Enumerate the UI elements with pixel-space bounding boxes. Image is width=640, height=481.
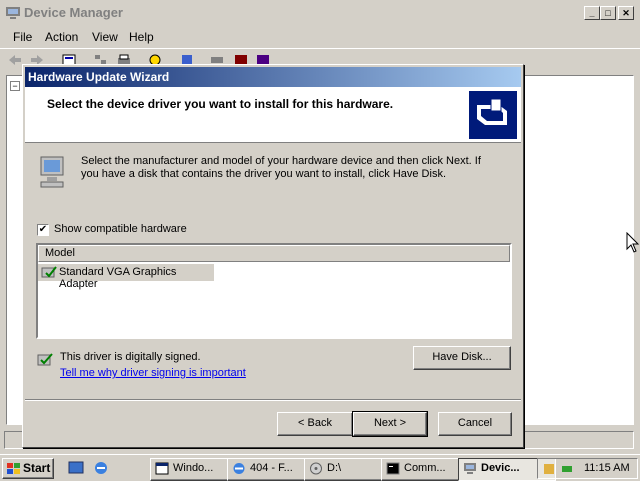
wizard-header: Select the device driver you want to ins… xyxy=(25,87,521,143)
divider xyxy=(25,399,521,401)
status-panel xyxy=(524,431,634,449)
driver-signing-link[interactable]: Tell me why driver signing is important xyxy=(60,367,246,379)
maximize-button[interactable]: □ xyxy=(600,6,616,20)
have-disk-button[interactable]: Have Disk... xyxy=(413,346,511,370)
command-prompt-icon xyxy=(386,462,400,475)
taskbar: Start Windo... 404 - F... D:\ Comm... De… xyxy=(0,454,640,481)
windows-logo-icon xyxy=(7,463,20,474)
taskbar-item-label: Windo... xyxy=(173,462,214,474)
minimize-button[interactable]: _ xyxy=(584,6,600,20)
instructions-text: Select the manufacturer and model of you… xyxy=(81,155,481,180)
menu-view[interactable]: View xyxy=(92,30,118,44)
window-icon xyxy=(155,462,169,475)
taskbar-item-label: Devic... xyxy=(481,462,520,474)
computer-icon xyxy=(6,7,20,19)
menu-help[interactable]: Help xyxy=(129,30,154,44)
signed-driver-icon xyxy=(37,353,53,366)
network-icon[interactable] xyxy=(542,462,556,476)
system-tray: 11:15 AM xyxy=(537,458,638,479)
signed-status-text: This driver is digitally signed. xyxy=(60,351,201,363)
wizard-titlebar[interactable]: Hardware Update Wizard xyxy=(25,67,521,87)
close-button[interactable]: ✕ xyxy=(618,6,634,20)
wizard-heading: Select the device driver you want to ins… xyxy=(47,97,394,111)
back-arrow-icon[interactable] xyxy=(8,54,22,66)
signed-driver-icon xyxy=(41,266,57,278)
model-header-label: Model xyxy=(45,247,75,259)
show-desktop-icon[interactable] xyxy=(68,461,84,475)
computer-icon xyxy=(464,463,476,474)
window-title: Device Manager xyxy=(24,5,123,20)
menu-bar: File Action View Help xyxy=(0,27,640,47)
taskbar-item-label: 404 - F... xyxy=(250,462,293,474)
cancel-button[interactable]: Cancel xyxy=(438,412,512,436)
mouse-pointer-icon xyxy=(626,232,640,253)
start-label: Start xyxy=(23,461,51,475)
cd-drive-icon xyxy=(310,462,322,475)
hardware-card-icon xyxy=(469,91,517,139)
menu-action[interactable]: Action xyxy=(45,30,78,44)
back-button[interactable]: < Back xyxy=(277,412,353,436)
internet-explorer-icon[interactable] xyxy=(93,461,109,475)
hardware-update-wizard: Hardware Update Wizard Select the device… xyxy=(22,64,524,448)
start-button[interactable]: Start xyxy=(2,458,54,479)
device-manager-titlebar[interactable]: Device Manager _ □ ✕ xyxy=(0,0,640,27)
taskbar-item-label: D:\ xyxy=(327,462,342,474)
model-name: Standard VGA Graphics Adapter xyxy=(59,266,177,290)
safely-remove-hardware-icon[interactable] xyxy=(560,462,574,476)
show-compatible-checkbox[interactable]: ✔ xyxy=(37,224,49,236)
model-list[interactable]: Model Standard VGA Graphics Adapter xyxy=(36,243,512,339)
next-button[interactable]: Next > xyxy=(352,411,428,437)
taskbar-item-label: Comm... xyxy=(404,462,446,474)
tree-collapse-icon[interactable]: − xyxy=(10,81,20,91)
computer-monitor-icon xyxy=(40,156,64,188)
wizard-title: Hardware Update Wizard xyxy=(28,70,170,84)
show-compatible-label[interactable]: Show compatible hardware xyxy=(54,223,187,235)
menu-file[interactable]: File xyxy=(13,30,32,44)
list-item[interactable]: Standard VGA Graphics Adapter xyxy=(38,264,214,290)
internet-explorer-icon xyxy=(233,463,245,474)
model-column-header[interactable]: Model xyxy=(38,245,510,262)
clock[interactable]: 11:15 AM xyxy=(584,462,630,474)
